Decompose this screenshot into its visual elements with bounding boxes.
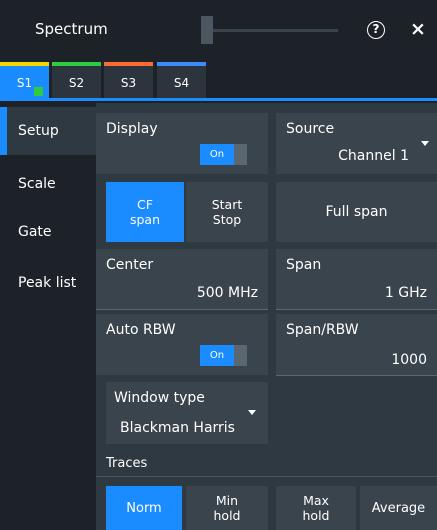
- center-label: Center: [106, 257, 154, 273]
- tab-s4[interactable]: S4: [157, 62, 206, 98]
- average-label: Average: [371, 500, 426, 516]
- dialog-title: Spectrum: [35, 20, 108, 38]
- window-type-value: Blackman Harris: [120, 420, 235, 436]
- auto-rbw-toggle[interactable]: On: [200, 345, 247, 366]
- full-span-button[interactable]: Full span: [276, 182, 437, 242]
- sidebar-item-scale[interactable]: Scale: [0, 160, 96, 208]
- toggle-knob: [234, 144, 247, 165]
- cf-span-label: CF span: [129, 197, 161, 227]
- span-rbw-label: Span/RBW: [286, 322, 359, 338]
- tab-label: S3: [120, 76, 137, 90]
- toggle-state: On: [200, 144, 234, 165]
- span-rbw-field[interactable]: Span/RBW 1000: [276, 314, 437, 375]
- window-type-dropdown[interactable]: Window type Blackman Harris: [106, 382, 268, 444]
- help-icon[interactable]: ?: [367, 21, 385, 39]
- span-value: 1 GHz: [384, 285, 427, 301]
- span-underline: [276, 309, 437, 310]
- cf-span-button[interactable]: CF span: [106, 182, 184, 242]
- span-label: Span: [286, 257, 322, 273]
- toggle-state: On: [200, 345, 234, 366]
- tab-color-bar: [0, 62, 49, 66]
- transparency-slider-handle[interactable]: [201, 16, 213, 44]
- auto-rbw-label: Auto RBW: [106, 322, 176, 338]
- traces-label: Traces: [106, 456, 148, 471]
- display-label: Display: [106, 121, 158, 137]
- dialog-header: Spectrum ? ×: [0, 0, 437, 62]
- center-value: 500 MHz: [196, 285, 258, 301]
- transparency-slider-track[interactable]: [213, 29, 338, 32]
- sidebar-item-label: Setup: [18, 123, 59, 139]
- spectrum-tabs: S1 S2 S3 S4: [0, 62, 437, 101]
- tab-color-bar: [52, 62, 101, 66]
- min-hold-button[interactable]: Min hold: [186, 486, 268, 530]
- source-label: Source: [286, 121, 335, 137]
- tab-label: S4: [173, 76, 190, 90]
- tab-color-bar: [104, 62, 153, 66]
- tab-s2[interactable]: S2: [52, 62, 101, 98]
- auto-rbw-panel[interactable]: Auto RBW On: [96, 314, 268, 375]
- full-span-label: Full span: [325, 203, 388, 220]
- start-stop-label: Start Stop: [211, 197, 243, 227]
- max-hold-button[interactable]: Max hold: [276, 486, 356, 530]
- norm-label: Norm: [126, 500, 162, 516]
- active-indicator-icon: [34, 87, 43, 96]
- start-stop-button[interactable]: Start Stop: [186, 182, 268, 242]
- average-button[interactable]: Average: [360, 486, 437, 530]
- traces-divider: [96, 476, 437, 477]
- source-value: Channel 1: [338, 148, 409, 164]
- max-hold-label: Max hold: [302, 493, 330, 523]
- tab-s1[interactable]: S1: [0, 62, 49, 98]
- sidebar-item-gate[interactable]: Gate: [0, 208, 96, 256]
- sidebar-item-setup[interactable]: Setup: [0, 107, 96, 155]
- sidebar-item-peak-list[interactable]: Peak list: [0, 259, 96, 307]
- center-underline: [96, 309, 268, 310]
- source-dropdown[interactable]: Source Channel 1: [276, 113, 437, 174]
- window-type-label: Window type: [114, 390, 205, 406]
- norm-button[interactable]: Norm: [106, 486, 182, 530]
- tab-underline: [0, 98, 437, 101]
- span-rbw-underline: [276, 375, 437, 376]
- span-rbw-value: 1000: [391, 352, 427, 368]
- min-hold-label: Min hold: [213, 493, 241, 523]
- tab-color-bar: [157, 62, 206, 66]
- tab-label: S2: [68, 76, 85, 90]
- sidebar-item-label: Peak list: [18, 275, 77, 291]
- sidebar: Setup Scale Gate Peak list: [0, 103, 96, 530]
- display-panel[interactable]: Display On: [96, 113, 268, 174]
- display-toggle[interactable]: On: [200, 144, 247, 165]
- tab-s3[interactable]: S3: [104, 62, 153, 98]
- center-field[interactable]: Center 500 MHz: [96, 249, 268, 309]
- chevron-down-icon: [248, 410, 256, 415]
- sidebar-item-label: Gate: [18, 224, 52, 240]
- span-field[interactable]: Span 1 GHz: [276, 249, 437, 309]
- close-icon[interactable]: ×: [410, 19, 426, 39]
- toggle-knob: [234, 345, 247, 366]
- chevron-down-icon: [421, 141, 429, 146]
- sidebar-item-label: Scale: [18, 176, 56, 192]
